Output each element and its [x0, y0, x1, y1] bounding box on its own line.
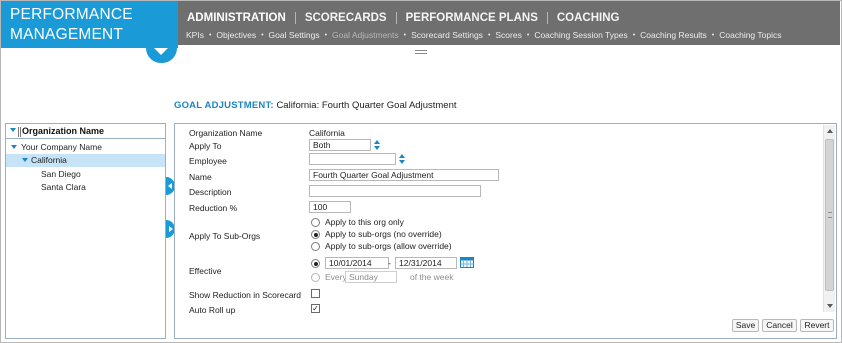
save-button[interactable]: Save	[732, 319, 759, 332]
form-scrollbar[interactable]	[823, 125, 835, 312]
sub-orgs-option-label: Apply to this org only	[325, 217, 404, 227]
show-reduction-label: Show Reduction in Scorecard	[189, 290, 301, 300]
submenu-goal-adjustments[interactable]: Goal Adjustments	[332, 30, 399, 40]
of-the-week-label: of the week	[410, 272, 454, 282]
organization-tree-panel: Organization Name Your Company Name Cali…	[5, 123, 166, 339]
chevron-down-icon[interactable]	[154, 48, 168, 55]
scroll-down-icon[interactable]	[827, 304, 833, 308]
sub-orgs-option-allow-override-radio[interactable]	[311, 242, 320, 251]
submenu-coaching-results[interactable]: Coaching Results	[640, 30, 707, 40]
employee-select[interactable]	[309, 153, 396, 165]
apply-to-label: Apply To	[189, 141, 222, 151]
sub-orgs-option-this-org-radio[interactable]	[311, 218, 320, 227]
scrollbar-thumb[interactable]	[825, 139, 834, 291]
show-reduction-checkbox[interactable]	[311, 289, 320, 298]
tree-item-label: California	[31, 155, 67, 165]
submenu-objectives[interactable]: Objectives	[216, 30, 256, 40]
calendar-icon[interactable]	[460, 256, 474, 268]
separator-dot: •	[324, 31, 328, 39]
tree-item-san-diego[interactable]: San Diego	[6, 168, 165, 181]
menu-coaching[interactable]: COACHING	[557, 12, 620, 24]
top-navigation: ADMINISTRATION SCORECARDS PERFORMANCE PL…	[178, 1, 840, 45]
tree-item-santa-clara[interactable]: Santa Clara	[6, 181, 165, 194]
page-title: GOAL ADJUSTMENT: California: Fourth Quar…	[174, 100, 457, 111]
auto-roll-up-checkbox[interactable]: ✓	[311, 304, 320, 313]
menu-scorecards[interactable]: SCORECARDS	[305, 12, 397, 24]
date-range-dash: -	[388, 258, 391, 268]
caret-down-icon[interactable]	[11, 145, 17, 149]
tree-item-label: San Diego	[41, 169, 81, 179]
resize-grip-icon[interactable]	[415, 50, 427, 54]
description-label: Description	[189, 187, 232, 197]
tree-item-label: Santa Clara	[41, 182, 86, 192]
organization-tree-header[interactable]: Organization Name	[6, 124, 165, 139]
submenu-coaching-topics[interactable]: Coaching Topics	[719, 30, 781, 40]
name-label: Name	[189, 172, 212, 182]
brand-title-line1: PERFORMANCE	[10, 6, 133, 23]
employee-label: Employee	[189, 156, 227, 166]
effective-date-range-radio[interactable]	[311, 259, 320, 268]
separator-dot: •	[261, 31, 264, 39]
menu-administration[interactable]: ADMINISTRATION	[187, 12, 296, 24]
reduction-input[interactable]: 100	[309, 201, 351, 213]
effective-recurring-radio[interactable]	[311, 273, 320, 282]
separator-dot: •	[711, 31, 715, 39]
cancel-button[interactable]: Cancel	[762, 319, 797, 332]
scroll-up-icon[interactable]	[827, 129, 833, 133]
submenu-scorecard-settings[interactable]: Scorecard Settings	[411, 30, 483, 40]
caret-down-icon[interactable]	[22, 158, 28, 162]
every-label: Every	[325, 272, 347, 282]
sub-orgs-option-no-override-radio[interactable]	[311, 230, 320, 239]
effective-start-date-input[interactable]: 10/01/2014	[325, 257, 389, 269]
tree-item-california[interactable]: California	[6, 154, 165, 167]
separator-dot: •	[487, 31, 491, 39]
apply-to-select[interactable]: Both	[309, 139, 371, 151]
apply-to-sub-orgs-label: Apply To Sub-Orgs	[189, 231, 261, 241]
separator-dot: •	[208, 31, 212, 39]
organization-name-value: California	[309, 128, 345, 138]
employee-stepper-icon[interactable]	[399, 154, 405, 164]
tree-item-your-company-name[interactable]: Your Company Name	[6, 141, 165, 154]
separator-dot: •	[403, 31, 407, 39]
revert-button[interactable]: Revert	[800, 319, 834, 332]
description-input[interactable]	[309, 185, 481, 197]
menu-performance-plans[interactable]: PERFORMANCE PLANS	[406, 12, 548, 24]
name-input[interactable]: Fourth Quarter Goal Adjustment	[309, 169, 499, 181]
reduction-label: Reduction %	[189, 203, 238, 213]
separator-dot: •	[632, 31, 636, 39]
effective-label: Effective	[189, 266, 222, 276]
sort-icon[interactable]	[10, 127, 22, 137]
sub-orgs-option-label: Apply to sub-orgs (no override)	[325, 229, 442, 239]
apply-to-stepper-icon[interactable]	[374, 140, 380, 150]
submenu-coaching-session-types[interactable]: Coaching Session Types	[534, 30, 627, 40]
page-title-value: California: Fourth Quarter Goal Adjustme…	[276, 100, 457, 111]
organization-tree-title: Organization Name	[22, 126, 105, 136]
organization-name-label: Organization Name	[189, 128, 263, 138]
effective-end-date-input[interactable]: 12/31/2014	[395, 257, 457, 269]
submenu-kpis[interactable]: KPIs	[186, 30, 204, 40]
goal-adjustment-form: Organization Name California Apply To Bo…	[174, 123, 837, 339]
submenu-scores[interactable]: Scores	[495, 30, 521, 40]
sub-orgs-option-label: Apply to sub-orgs (allow override)	[325, 241, 452, 251]
tree-item-label: Your Company Name	[21, 142, 102, 152]
auto-roll-up-label: Auto Roll up	[189, 305, 236, 315]
brand-title-line2: MANAGEMENT	[10, 26, 124, 43]
page-title-label: GOAL ADJUSTMENT:	[174, 100, 274, 111]
main-menu: ADMINISTRATION SCORECARDS PERFORMANCE PL…	[187, 12, 620, 24]
every-day-select[interactable]: Sunday	[345, 271, 397, 283]
separator-dot: •	[526, 31, 530, 39]
sub-menu: KPIs • Objectives • Goal Settings • Goal…	[186, 30, 781, 40]
submenu-goal-settings[interactable]: Goal Settings	[269, 30, 320, 40]
